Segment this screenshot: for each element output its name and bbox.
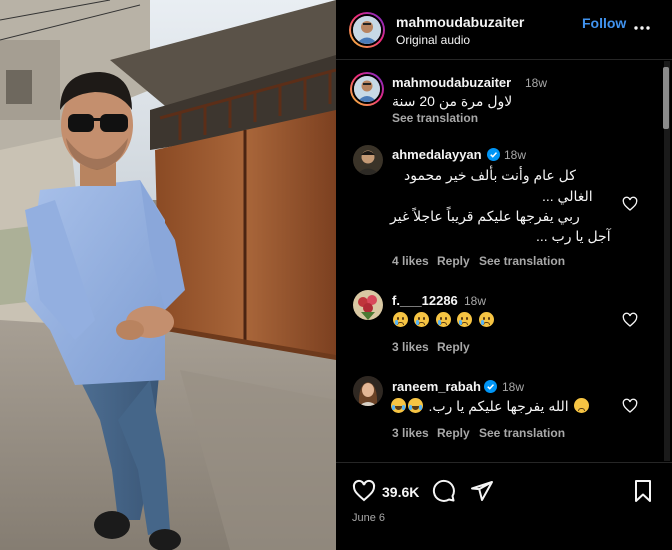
comment-likes-count[interactable]: 3 likes (392, 340, 429, 354)
comment-avatar[interactable] (353, 145, 383, 175)
reply-button[interactable]: Reply (437, 254, 470, 268)
scrollbar-thumb[interactable] (663, 67, 669, 129)
post-header: mahmoudabuzaiter Original audio Follow (336, 0, 672, 60)
comment-time[interactable]: 18w (504, 148, 526, 162)
comment-emoji-row (392, 312, 495, 330)
sad-crying-face-icon (457, 312, 473, 327)
pleading-face-icon (574, 398, 590, 413)
comment-username[interactable]: mahmoudabuzaiter (392, 75, 511, 90)
sad-crying-face-icon (414, 312, 430, 327)
comment-like-heart-icon[interactable] (622, 398, 638, 414)
comments-list: mahmoudabuzaiter 18w لاول مرة من 20 سنة … (336, 61, 672, 461)
post-date[interactable]: June 6 (352, 512, 385, 524)
crying-laughing-face-icon (408, 398, 423, 413)
comment-likes-count[interactable]: 4 likes (392, 254, 429, 268)
comment-text-line: الله يفرجها عليكم يا رب. (428, 398, 569, 414)
caption-text: لاول مرة من 20 سنة (392, 93, 513, 109)
caption-avatar[interactable] (350, 72, 384, 106)
comment-avatar[interactable] (353, 376, 383, 406)
follow-button[interactable]: Follow (582, 15, 626, 31)
comment-text-row: الله يفرجها عليكم يا رب. (390, 398, 590, 416)
sad-crying-face-icon (435, 312, 451, 327)
sad-crying-face-icon (478, 312, 494, 327)
comment-time[interactable]: 18w (525, 76, 547, 90)
comment-text-line: ربي يفرجها عليكم قريباً عاجلاً غير (390, 208, 580, 224)
heart-icon[interactable] (352, 479, 376, 503)
comment-username[interactable]: f.___12286 (392, 293, 458, 308)
see-translation-link[interactable]: See translation (479, 254, 565, 268)
profile-photo-icon (353, 145, 383, 175)
comment-time[interactable]: 18w (464, 294, 486, 308)
bookmark-icon[interactable] (632, 479, 654, 503)
comment-text-line: كل عام وأنت بألف خير محمود (404, 167, 576, 183)
verified-badge-icon (484, 380, 497, 393)
crying-laughing-face-icon (391, 398, 406, 413)
comment-text-line: آجل يا رب ... (536, 228, 611, 244)
sad-crying-face-icon (393, 312, 408, 327)
post-like-count[interactable]: 39.6K (382, 484, 419, 500)
post-actions-bar: 39.6K June 6 (336, 462, 672, 550)
more-options-icon[interactable] (632, 18, 652, 38)
rose-bouquet-avatar-icon (353, 290, 383, 320)
profile-photo-icon (354, 76, 380, 102)
comment-avatar[interactable] (353, 290, 383, 320)
comment-time[interactable]: 18w (502, 380, 524, 394)
reel-video-frame[interactable] (0, 0, 336, 550)
profile-photo-icon (353, 16, 381, 44)
see-translation-link[interactable]: See translation (392, 111, 478, 125)
comment-username[interactable]: raneem_rabah (392, 379, 481, 394)
verified-badge-icon (487, 148, 500, 161)
comments-scrollbar[interactable] (662, 61, 670, 461)
comment-likes-count[interactable]: 3 likes (392, 426, 429, 440)
share-icon[interactable] (470, 479, 494, 503)
header-username[interactable]: mahmoudabuzaiter (396, 14, 524, 30)
header-avatar[interactable] (349, 12, 385, 48)
street-photo (0, 0, 336, 550)
original-audio-link[interactable]: Original audio (396, 33, 470, 47)
comment-icon[interactable] (432, 479, 456, 503)
post-side-panel: mahmoudabuzaiter Original audio Follow m… (336, 0, 672, 550)
profile-photo-icon (353, 376, 383, 406)
comment-like-heart-icon[interactable] (622, 196, 638, 212)
comment-like-heart-icon[interactable] (622, 312, 638, 328)
reply-button[interactable]: Reply (437, 426, 470, 440)
comment-username[interactable]: ahmedalayyan (392, 147, 482, 162)
see-translation-link[interactable]: See translation (479, 426, 565, 440)
reply-button[interactable]: Reply (437, 340, 470, 354)
comment-text-line: الغالي ... (542, 188, 593, 204)
